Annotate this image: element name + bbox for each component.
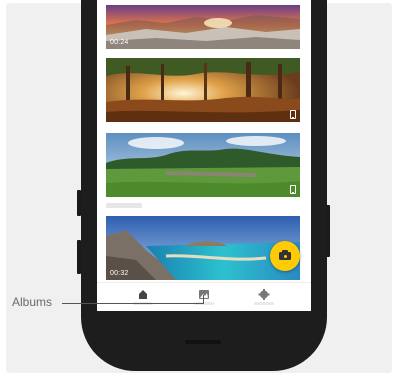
nav-item-home[interactable] <box>123 288 163 310</box>
bottom-navigation <box>97 282 311 311</box>
callout-line <box>62 303 204 304</box>
video-card[interactable]: 00:24 <box>106 5 300 49</box>
camera-fab-button[interactable] <box>270 241 300 271</box>
phone-speaker <box>185 340 221 344</box>
camera-icon <box>279 250 291 260</box>
home-icon <box>139 290 147 299</box>
callout-label: Albums <box>12 295 53 309</box>
phone-icon <box>290 185 296 194</box>
callout-pointer <box>203 295 204 304</box>
hillside-panorama-thumbnail <box>106 133 300 197</box>
nav-item-settings[interactable] <box>244 288 284 310</box>
phone-icon <box>290 110 296 119</box>
photo-card[interactable] <box>106 133 300 197</box>
gear-icon <box>258 289 270 300</box>
video-duration: 00:32 <box>110 270 129 277</box>
sunset-panorama-thumbnail <box>106 5 300 49</box>
photo-card[interactable] <box>106 58 300 122</box>
forest-panorama-thumbnail <box>106 58 300 122</box>
app-screen: 00:24 00:32 <box>97 0 311 311</box>
nav-item-albums[interactable] <box>184 288 224 310</box>
date-header-placeholder <box>106 203 142 208</box>
image-icon <box>199 290 209 299</box>
nav-label-placeholder <box>254 302 274 305</box>
video-duration: 00:24 <box>110 39 129 46</box>
